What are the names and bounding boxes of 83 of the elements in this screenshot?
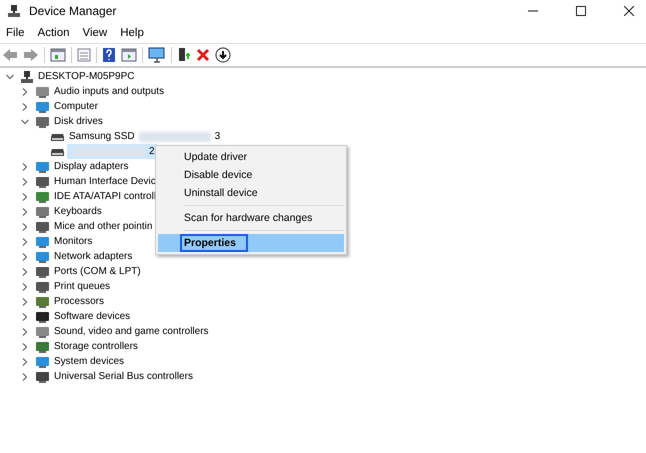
device-icon — [35, 84, 50, 98]
collapsed-chevron-icon[interactable] — [21, 102, 29, 110]
menu-item[interactable]: Scan for hardware changes — [158, 209, 344, 227]
tree-item[interactable]: Keyboards — [52, 204, 104, 219]
collapsed-chevron-icon[interactable] — [21, 372, 29, 380]
tree-item[interactable]: Display adapters — [52, 159, 130, 174]
tree-item[interactable]: Print queues — [52, 279, 112, 294]
window-icon[interactable] — [50, 48, 66, 62]
menu-item[interactable]: View — [82, 27, 108, 39]
monitor-icon[interactable] — [148, 47, 166, 63]
collapsed-chevron-icon[interactable] — [21, 88, 29, 96]
tree-item[interactable]: Monitors — [52, 234, 94, 249]
tree-item[interactable]: Disk drives — [52, 114, 105, 129]
tree-item[interactable]: Mice and other pointin — [52, 219, 154, 234]
menu-item[interactable]: Uninstall device — [158, 184, 344, 202]
tree-item[interactable]: DESKTOP-M05P9PC — [36, 69, 137, 84]
back-arrow-icon[interactable] — [2, 48, 18, 62]
collapsed-chevron-icon[interactable] — [21, 162, 29, 170]
device-icon — [35, 324, 50, 338]
menu-item[interactable]: Help — [120, 27, 144, 39]
device-manager-icon — [7, 4, 21, 18]
collapsed-chevron-icon[interactable] — [21, 252, 29, 260]
menu-item[interactable]: Properties — [158, 234, 344, 252]
collapsed-chevron-icon[interactable] — [21, 238, 29, 246]
tree-item[interactable]: Computer — [52, 99, 100, 114]
device-add-icon[interactable] — [177, 47, 191, 63]
device-icon — [35, 340, 50, 354]
tree-item[interactable]: Network adapters — [52, 249, 134, 264]
device-icon — [35, 174, 50, 188]
collapsed-chevron-icon[interactable] — [21, 282, 29, 290]
tree-item[interactable]: Storage controllers — [52, 339, 140, 354]
expanded-chevron-icon[interactable] — [6, 72, 14, 80]
collapsed-chevron-icon[interactable] — [21, 178, 29, 186]
device-icon — [35, 310, 50, 324]
drive-icon — [50, 146, 65, 156]
collapsed-chevron-icon[interactable] — [21, 342, 29, 350]
tree-item[interactable]: System devices — [52, 354, 126, 369]
device-icon — [35, 204, 50, 218]
device-icon — [35, 114, 50, 128]
expanded-chevron-icon[interactable] — [21, 118, 29, 126]
window-title: Device Manager — [29, 4, 116, 18]
tree-item[interactable]: Ports (COM & LPT) — [52, 264, 143, 279]
device-icon — [35, 294, 50, 308]
tree-item[interactable]: Universal Serial Bus controllers — [52, 369, 195, 384]
device-icon — [35, 190, 50, 204]
device-icon — [35, 370, 50, 384]
device-icon — [35, 100, 50, 114]
device-icon — [35, 280, 50, 294]
maximize-icon[interactable] — [576, 6, 586, 16]
collapsed-chevron-icon[interactable] — [21, 328, 29, 336]
disk-drive-item[interactable]: 2 — [67, 144, 157, 159]
list-icon[interactable] — [77, 48, 91, 62]
tree-item[interactable]: Audio inputs and outputs — [52, 84, 166, 99]
tree-item[interactable]: Sound, video and game controllers — [52, 324, 211, 339]
computer-icon — [20, 70, 34, 84]
help-icon[interactable] — [102, 47, 116, 63]
collapsed-chevron-icon[interactable] — [21, 222, 29, 230]
device-icon — [35, 264, 50, 278]
device-icon — [35, 354, 50, 368]
menu-item[interactable]: Update driver — [158, 148, 344, 166]
tree-item[interactable]: Processors — [52, 294, 106, 309]
collapsed-chevron-icon[interactable] — [21, 208, 29, 216]
device-icon — [35, 160, 50, 174]
collapsed-chevron-icon[interactable] — [21, 298, 29, 306]
device-icon — [35, 250, 50, 264]
device-icon — [35, 234, 50, 248]
collapsed-chevron-icon[interactable] — [21, 192, 29, 200]
tree-item[interactable]: Software devices — [52, 309, 132, 324]
collapsed-chevron-icon[interactable] — [21, 268, 29, 276]
delete-icon[interactable] — [196, 48, 210, 62]
disk-drive-item[interactable]: Samsung SSD 3 — [67, 129, 222, 144]
menu-item[interactable]: Action — [38, 27, 70, 39]
menu-item[interactable]: Disable device — [158, 166, 344, 184]
download-icon[interactable] — [215, 47, 231, 63]
forward-arrow-icon[interactable] — [23, 48, 39, 62]
drive-icon — [50, 132, 65, 142]
collapsed-chevron-icon[interactable] — [21, 358, 29, 366]
collapsed-chevron-icon[interactable] — [21, 312, 29, 320]
tree-item[interactable]: Human Interface Devic — [52, 174, 158, 189]
close-icon[interactable] — [624, 6, 634, 16]
device-icon — [35, 220, 50, 234]
menu-item[interactable]: File — [6, 27, 25, 39]
window-icon[interactable] — [121, 48, 137, 62]
